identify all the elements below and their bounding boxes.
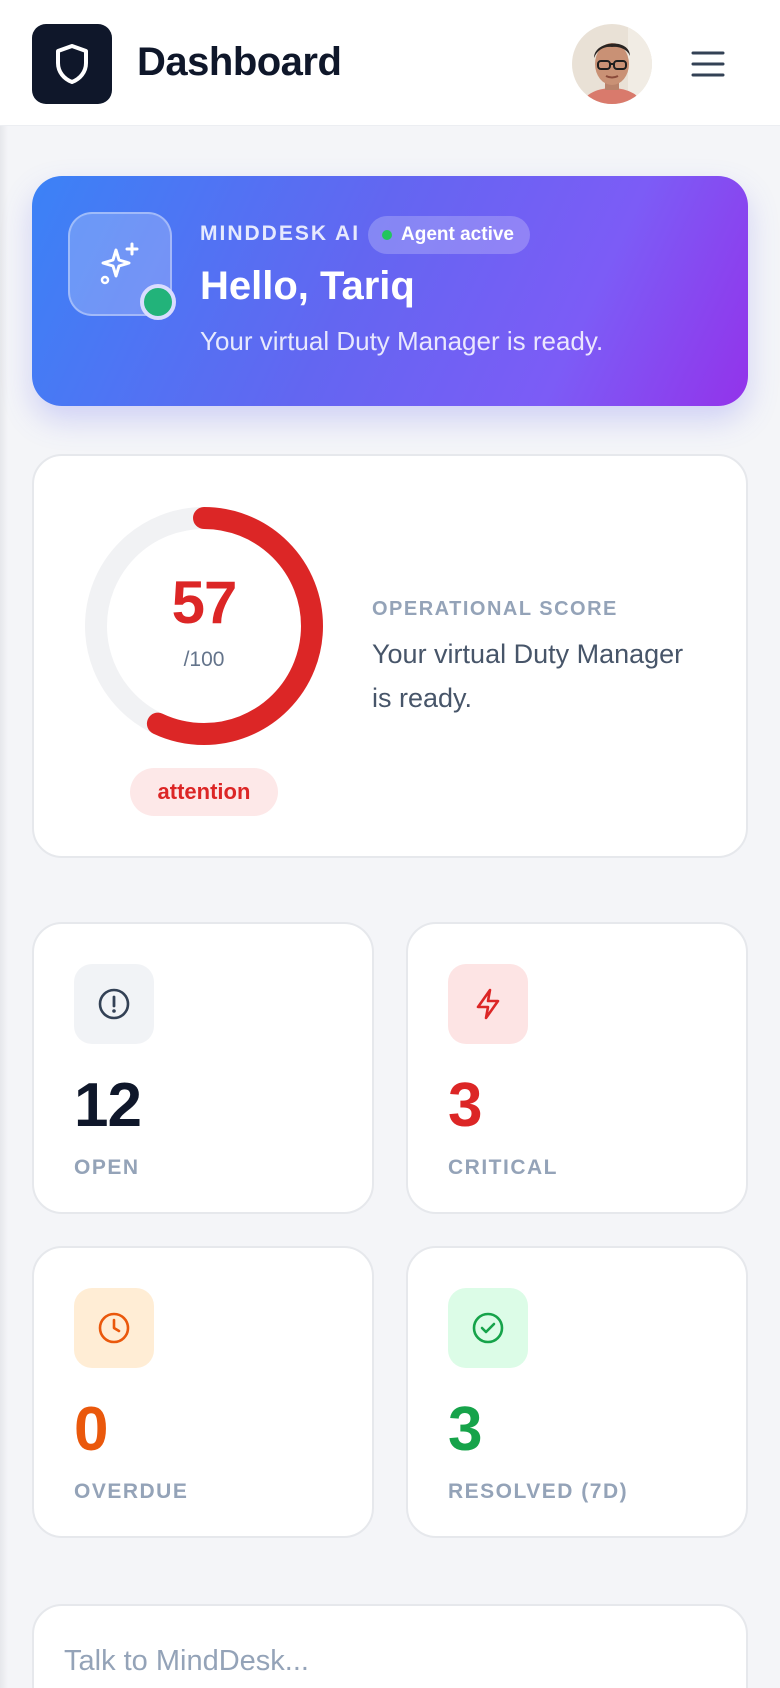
assistant-hero-card: MINDDESK AI Agent active Hello, Tariq Yo…	[32, 176, 748, 406]
stat-label: OPEN	[74, 1156, 140, 1179]
score-description: Your virtual Duty Manager is ready.	[372, 639, 684, 713]
stat-value: 12	[74, 1071, 142, 1140]
score-status-pill: attention	[130, 768, 278, 816]
stat-value: 0	[74, 1395, 108, 1464]
stat-icon-tile	[74, 1288, 154, 1368]
operational-score-card: 57 /100 attention OPERATIONAL SCORE Your…	[32, 454, 748, 858]
chat-input[interactable]	[64, 1636, 704, 1686]
alert-circle-icon	[98, 988, 130, 1020]
page-edge-shade	[0, 0, 8, 1688]
stat-value: 3	[448, 1395, 482, 1464]
menu-button[interactable]	[688, 44, 728, 84]
greeting-heading: Hello, Tariq	[200, 264, 415, 308]
page-title: Dashboard	[137, 40, 342, 84]
chat-input-card	[32, 1604, 748, 1688]
agent-status-badge: Agent active	[368, 216, 530, 254]
stat-card-open[interactable]: 12 OPEN	[32, 922, 374, 1214]
shield-icon	[56, 44, 88, 84]
stat-label: RESOLVED (7D)	[448, 1480, 629, 1503]
top-header: Dashboard	[0, 0, 780, 126]
score-value: 57	[171, 569, 238, 636]
stat-card-critical[interactable]: 3 CRITICAL	[406, 922, 748, 1214]
stat-value: 3	[448, 1071, 482, 1140]
app-logo[interactable]	[32, 24, 112, 104]
check-circle-icon	[472, 1312, 504, 1344]
stat-icon-tile	[448, 1288, 528, 1368]
clock-icon	[98, 1312, 130, 1344]
stat-card-resolved[interactable]: 3 RESOLVED (7D)	[406, 1246, 748, 1538]
lightning-icon	[476, 988, 500, 1020]
greeting-subtitle: Your virtual Duty Manager is ready.	[200, 326, 604, 356]
stat-label: OVERDUE	[74, 1480, 189, 1503]
status-dot	[382, 230, 392, 240]
agent-status-text: Agent active	[401, 224, 514, 245]
user-avatar[interactable]	[572, 24, 652, 104]
sparkles-icon	[100, 242, 139, 285]
brand-label: MINDDESK AI	[200, 222, 361, 245]
stat-icon-tile	[74, 964, 154, 1044]
stat-label: CRITICAL	[448, 1156, 558, 1179]
avatar-image	[572, 24, 652, 104]
stat-card-overdue[interactable]: 0 OVERDUE	[32, 1246, 374, 1538]
score-max: /100	[183, 648, 225, 671]
online-status-dot	[140, 284, 176, 320]
score-label: OPERATIONAL SCORE	[372, 598, 618, 620]
hamburger-menu-icon	[691, 51, 725, 77]
stat-icon-tile	[448, 964, 528, 1044]
